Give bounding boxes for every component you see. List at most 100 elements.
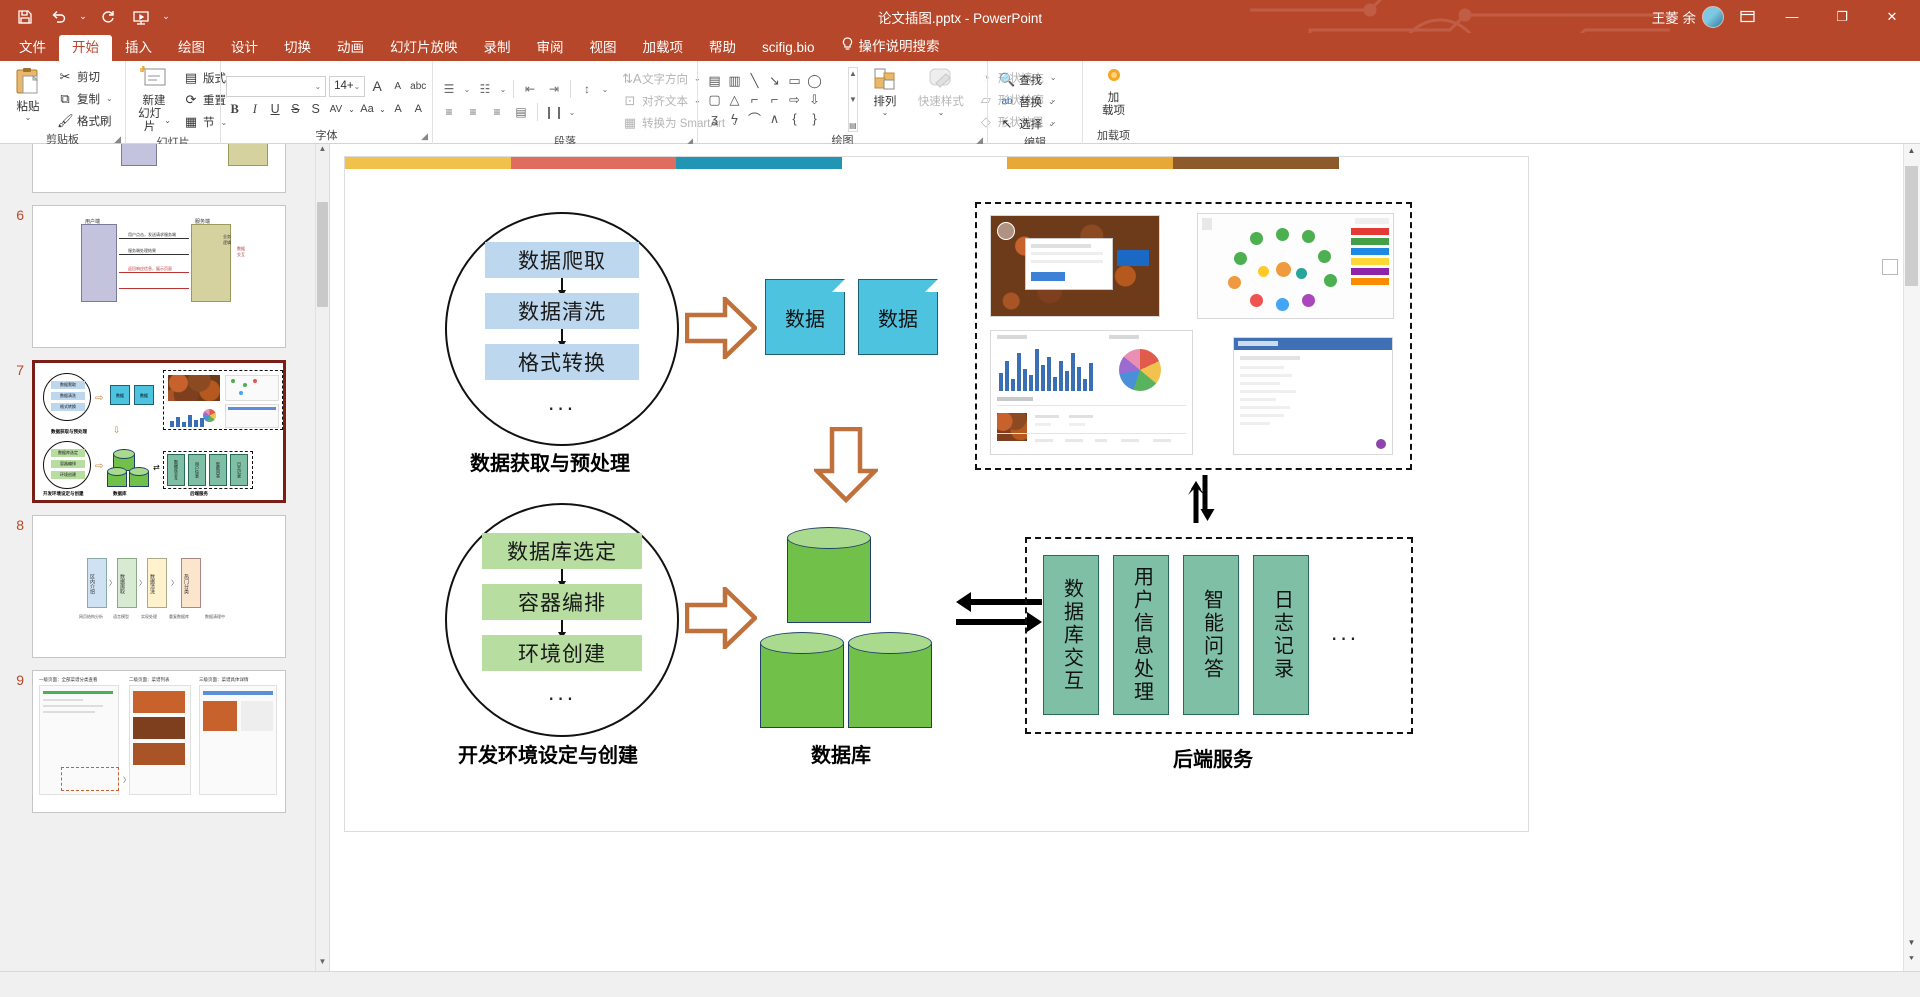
- slide-thumbnail-selected[interactable]: 数据爬取 数据清洗 格式转换 ⇨ 数据 数据 数据获取与预处理 ⇩ 数据库选定 …: [32, 360, 286, 503]
- decrease-font-size-button[interactable]: A: [389, 76, 407, 97]
- tab-scifig-bio[interactable]: scifig.bio: [749, 35, 828, 61]
- canvas-scroll-thumb[interactable]: [1905, 166, 1918, 286]
- columns-icon[interactable]: ❙❙: [543, 102, 565, 123]
- change-case-dropdown-icon[interactable]: ⌄: [379, 99, 387, 120]
- find-button[interactable]: 🔍 查找: [995, 69, 1059, 90]
- strikethrough-button[interactable]: S: [287, 99, 304, 120]
- env-step-database-selection[interactable]: 数据库选定: [482, 533, 642, 569]
- change-case-button[interactable]: Aa: [358, 99, 375, 120]
- new-slide-button[interactable]: 新建 幻灯片 ⌄: [131, 64, 177, 136]
- pipeline-step-crawl[interactable]: 数据爬取: [485, 242, 639, 278]
- shapes-gallery-scroll[interactable]: ▲ ▼ ▤: [848, 67, 858, 132]
- start-slideshow-icon[interactable]: [126, 4, 156, 30]
- database-cylinder-top[interactable]: [787, 527, 871, 623]
- shape-text-box-icon[interactable]: ▤: [705, 72, 724, 90]
- database-cylinder-right[interactable]: [848, 632, 932, 728]
- justify-icon[interactable]: ▤: [510, 102, 532, 123]
- shape-vertical-text-icon[interactable]: ▥: [725, 72, 744, 90]
- shape-scribble-icon[interactable]: ϟ: [725, 110, 744, 128]
- underline-button[interactable]: U: [267, 99, 284, 120]
- undo-icon[interactable]: [43, 4, 73, 30]
- shapes-gallery[interactable]: ▤ ▥ ╲ ↘ ▭ ◯ ▢ △ ⌐ ⌐ ⇨ ⇩ ʓ ϟ ⌒ ∧ {}: [703, 65, 846, 134]
- thumbnail-scrollbar[interactable]: ▲ ▼: [315, 144, 329, 971]
- list-item[interactable]: 服务端处理结果 返回响应信息，展示页面: [0, 144, 315, 199]
- shape-elbow-arrow-icon[interactable]: ⌐: [765, 91, 784, 109]
- shape-arrow-icon[interactable]: ↘: [765, 72, 784, 90]
- slide-thumbnail[interactable]: 区内介绍 数据爬取 数据清洗 热门分类 网页结构分析 语言模型 实现处理 重复数…: [32, 515, 286, 658]
- font-color-button[interactable]: A: [410, 99, 427, 120]
- arrange-button[interactable]: 排列 ⌄: [860, 65, 910, 134]
- format-painter-button[interactable]: 🖌 格式刷: [53, 110, 117, 131]
- tab-view[interactable]: 视图: [577, 35, 630, 61]
- copy-dropdown-icon[interactable]: ⌄: [106, 94, 113, 103]
- undo-dropdown-icon[interactable]: ⌄: [76, 4, 90, 30]
- tab-review[interactable]: 审阅: [524, 35, 577, 61]
- tab-draw[interactable]: 绘图: [165, 35, 218, 61]
- shape-left-brace-icon[interactable]: {: [785, 110, 804, 128]
- font-dialog-launcher[interactable]: ◢: [421, 129, 428, 143]
- shape-triangle-icon[interactable]: △: [725, 91, 744, 109]
- cut-button[interactable]: ✂ 剪切: [53, 66, 117, 87]
- tab-record[interactable]: 录制: [471, 35, 524, 61]
- numbered-list-icon[interactable]: ☷: [474, 79, 496, 100]
- tab-transitions[interactable]: 切换: [271, 35, 324, 61]
- service-database-interaction[interactable]: 数据库交互: [1043, 555, 1099, 715]
- slide-thumbnail[interactable]: 一级页面：全部菜谱分类查看 二级页面：菜谱列表 三级页面：菜谱具体详情 〉: [32, 670, 286, 813]
- font-name-dropdown-icon[interactable]: ⌄: [314, 82, 321, 91]
- arrange-dropdown-icon[interactable]: ⌄: [882, 109, 889, 117]
- quick-styles-button[interactable]: 快速样式 ⌄: [910, 65, 972, 134]
- tab-design[interactable]: 设计: [218, 35, 271, 61]
- canvas-scroll-up-icon[interactable]: ▲: [1905, 146, 1918, 161]
- document-shape-2[interactable]: 数据: [858, 279, 938, 355]
- shape-elbow-connector-icon[interactable]: ⌐: [745, 91, 764, 109]
- shape-blank3-icon[interactable]: [825, 110, 844, 128]
- canvas-side-box[interactable]: [1882, 259, 1898, 275]
- bullets-dropdown-icon[interactable]: ⌄: [462, 79, 472, 100]
- font-name-input[interactable]: ⌄: [226, 75, 327, 97]
- paste-button[interactable]: 粘贴 ⌄: [5, 64, 51, 133]
- slide-thumbnail[interactable]: 用户端 服务端 用户点击，发送请求服务端 服务端处理结果 返回响应信息，展示页面…: [32, 205, 286, 348]
- columns-dropdown-icon[interactable]: ⌄: [567, 102, 577, 123]
- gallery-more-icon[interactable]: ▤: [849, 121, 857, 130]
- slide-canvas[interactable]: 数据爬取 数据清洗 格式转换 ... 数据获取与预处理 数据 数据 数据库选定 …: [344, 156, 1529, 832]
- canvas-next-slide-icon[interactable]: ⯆: [1905, 954, 1918, 969]
- document-shape-1[interactable]: 数据: [765, 279, 845, 355]
- new-slide-dropdown-icon[interactable]: ⌄: [164, 117, 171, 125]
- replace-dropdown-icon[interactable]: ⌄: [1048, 97, 1055, 106]
- shape-freeform-icon[interactable]: ʓ: [705, 110, 724, 128]
- replace-button[interactable]: ab 替换 ⌄: [995, 91, 1059, 112]
- text-shadow-button[interactable]: S: [307, 99, 324, 120]
- thumbnail-scroll-thumb[interactable]: [317, 202, 328, 307]
- align-right-icon[interactable]: ≡: [486, 102, 508, 123]
- shape-rounded-rect-icon[interactable]: ▢: [705, 91, 724, 109]
- thumbnail-scroll-up-icon[interactable]: ▲: [317, 144, 328, 158]
- tab-home[interactable]: 开始: [59, 35, 112, 61]
- align-left-icon[interactable]: ≡: [438, 102, 460, 123]
- list-item[interactable]: 6 用户端 服务端 用户点击，发送请求服务端 服务端处理结果 返回响应信息，展示…: [0, 199, 315, 354]
- shape-right-arrow-icon[interactable]: ⇨: [785, 91, 804, 109]
- database-cylinder-left[interactable]: [760, 632, 844, 728]
- thumbnail-scroll-down-icon[interactable]: ▼: [317, 957, 328, 971]
- tab-file[interactable]: 文件: [6, 35, 59, 61]
- decrease-indent-icon[interactable]: ⇤: [519, 79, 541, 100]
- canvas-scroll-down-icon[interactable]: ▼: [1905, 938, 1918, 953]
- avatar[interactable]: [1702, 5, 1724, 28]
- list-item[interactable]: 7 数据爬取 数据清洗 格式转换 ⇨ 数据 数据 数据获取与预处理 ⇩ 数据库选…: [0, 354, 315, 509]
- tab-help[interactable]: 帮助: [696, 35, 749, 61]
- tell-me-search[interactable]: 操作说明搜索: [828, 33, 953, 61]
- align-center-icon[interactable]: ≡: [462, 102, 484, 123]
- shape-oval-icon[interactable]: ◯: [805, 72, 824, 90]
- add-in-button[interactable]: 加 载项: [1091, 64, 1137, 129]
- service-logging[interactable]: 日志记录: [1253, 555, 1309, 715]
- service-user-info-processing[interactable]: 用户信息处理: [1113, 555, 1169, 715]
- italic-button[interactable]: I: [246, 99, 263, 120]
- increase-font-size-button[interactable]: A: [368, 76, 386, 97]
- service-intelligent-qa[interactable]: 智能问答: [1183, 555, 1239, 715]
- character-spacing-dropdown-icon[interactable]: ⌄: [348, 99, 356, 120]
- clear-formatting-button[interactable]: abc: [409, 76, 427, 97]
- redo-icon[interactable]: [93, 4, 123, 30]
- shape-arc-icon[interactable]: ∧: [765, 110, 784, 128]
- shape-right-brace-icon[interactable]: }: [805, 110, 824, 128]
- shape-line-icon[interactable]: ╲: [745, 72, 764, 90]
- tab-slideshow[interactable]: 幻灯片放映: [377, 35, 471, 61]
